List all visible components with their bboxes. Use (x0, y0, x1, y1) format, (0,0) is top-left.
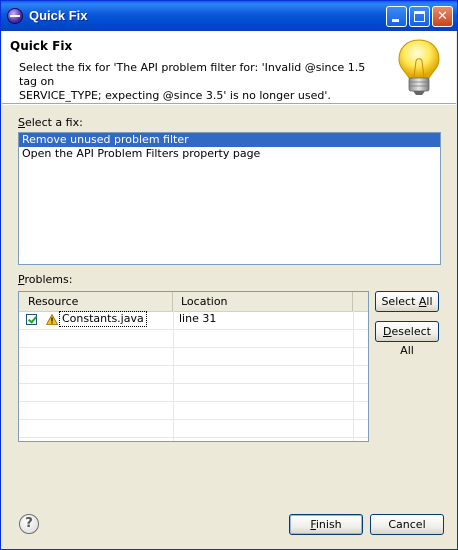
help-icon[interactable]: ? (19, 514, 39, 534)
column-header-location[interactable]: Location (173, 292, 353, 311)
description-line-1: Select the fix for 'The API problem filt… (19, 61, 366, 88)
header-separator-highlight (2, 104, 456, 105)
table-row (19, 401, 368, 420)
header-title: Quick Fix (10, 39, 73, 53)
select-fix-label: Select a fix: (18, 116, 83, 129)
title-bar[interactable]: Quick Fix ✕ (1, 1, 457, 31)
table-row (19, 365, 368, 384)
minimize-button[interactable] (386, 6, 407, 27)
dialog-header: Quick Fix Select the fix for 'The API pr… (2, 31, 456, 103)
header-description: Select the fix for 'The API problem filt… (19, 61, 379, 103)
finish-button[interactable]: Finish (289, 514, 363, 535)
table-row (19, 419, 368, 438)
row-location: line 31 (179, 312, 217, 325)
row-checkbox[interactable] (26, 314, 37, 325)
description-line-2: SERVICE_TYPE; expecting @since 3.5' is n… (19, 89, 331, 102)
lightbulb-icon (398, 39, 440, 95)
maximize-icon (414, 11, 425, 22)
table-row[interactable]: Constants.java line 31 (19, 311, 368, 330)
table-row (19, 329, 368, 348)
quick-fix-dialog: Quick Fix ✕ Quick Fix Select the fix for… (0, 0, 458, 550)
table-header: Resource Location (19, 292, 368, 312)
problems-label: Problems: (18, 273, 73, 286)
cancel-button[interactable]: Cancel (370, 514, 444, 535)
eclipse-app-icon (7, 8, 23, 24)
fix-item-remove-filter[interactable]: Remove unused problem filter (19, 133, 440, 147)
close-button[interactable]: ✕ (432, 6, 453, 27)
problems-table[interactable]: Resource Location Constants.java line 31 (18, 291, 369, 442)
close-icon: ✕ (437, 9, 448, 24)
deselect-all-button[interactable]: Deselect All (375, 321, 439, 357)
minimize-icon (392, 19, 399, 22)
table-row (19, 383, 368, 402)
select-all-button[interactable]: Select All (375, 291, 439, 312)
table-row (19, 347, 368, 366)
warning-icon (46, 314, 58, 325)
maximize-button[interactable] (409, 6, 430, 27)
row-resource: Constants.java (59, 311, 147, 327)
column-header-resource[interactable]: Resource (19, 292, 173, 311)
window-title: Quick Fix (29, 8, 88, 23)
fix-list[interactable]: Remove unused problem filter Open the AP… (18, 132, 441, 265)
fix-item-open-property-page[interactable]: Open the API Problem Filters property pa… (19, 147, 440, 161)
